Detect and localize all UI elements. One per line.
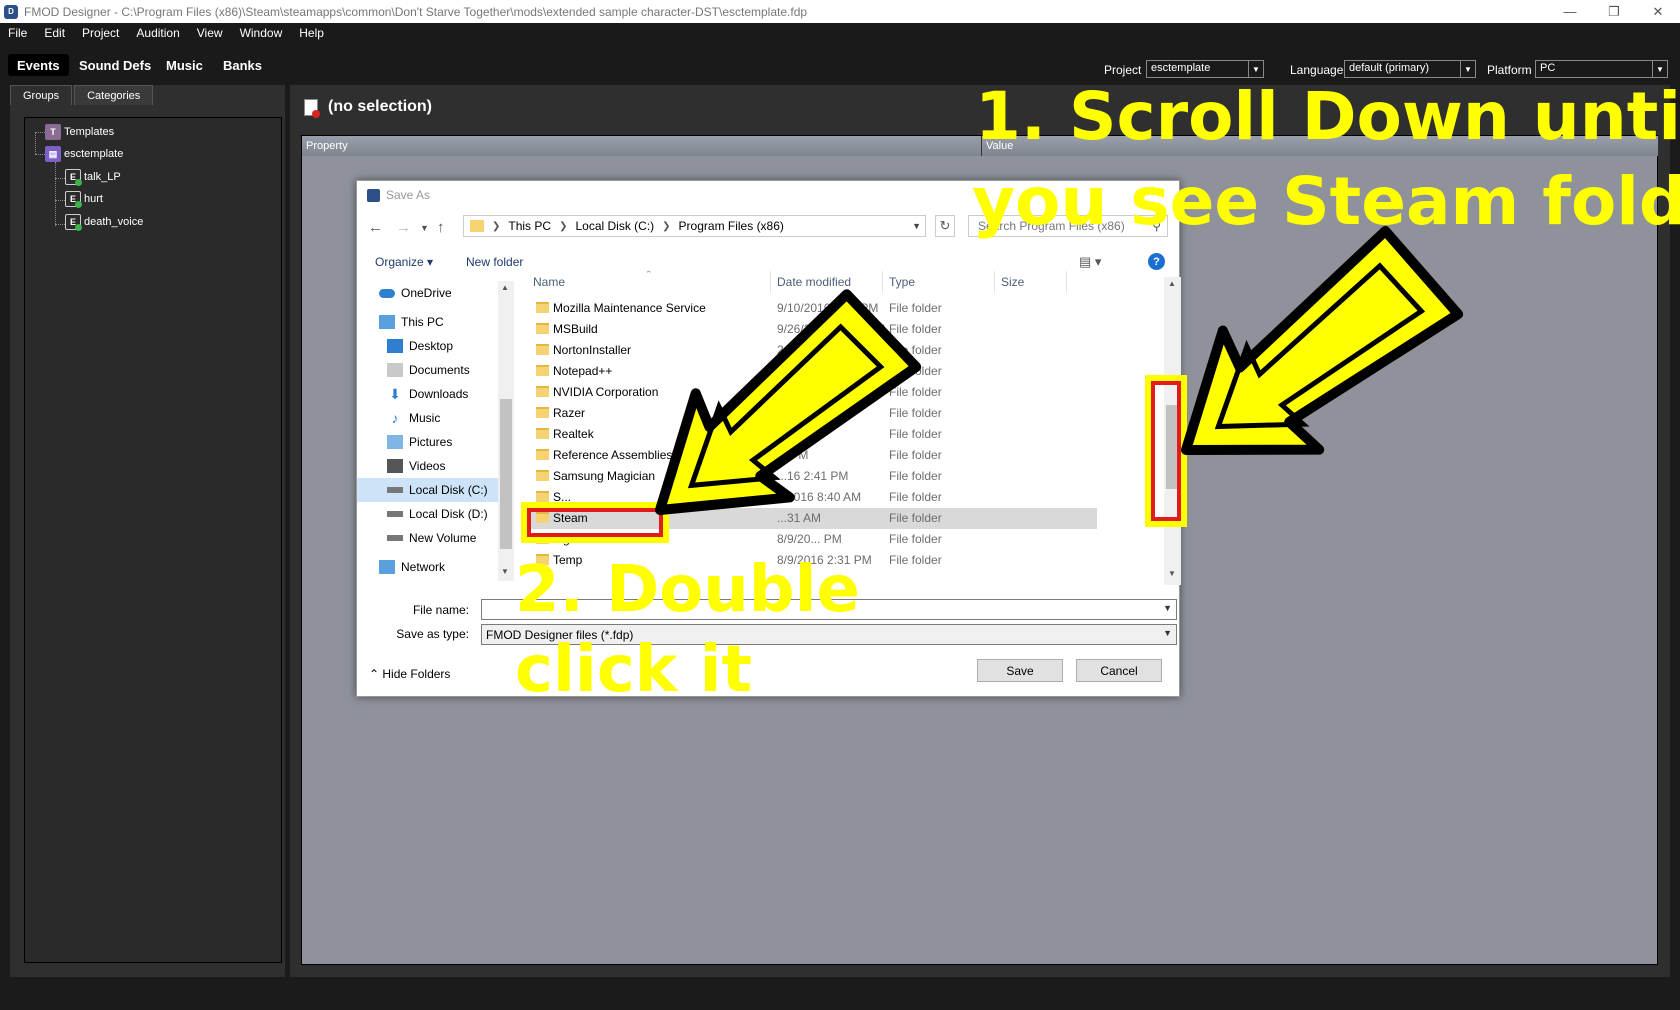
annotation-step1-line2: you see Steam folder xyxy=(972,163,1680,240)
annotation-step2-line1: 2. Double xyxy=(515,553,860,627)
annotation-step2-line2: click it xyxy=(515,633,753,707)
annotation-step1-line1: 1. Scroll Down until xyxy=(975,78,1680,155)
